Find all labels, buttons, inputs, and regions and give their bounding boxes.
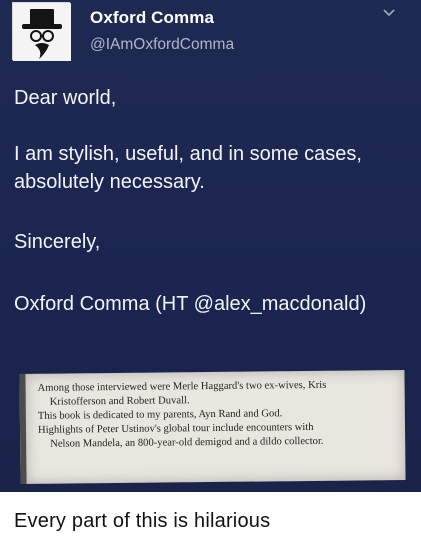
tweet-paragraph-closing: Sincerely, — [14, 231, 101, 253]
profile-avatar[interactable] — [12, 2, 71, 61]
tweet-paragraph-body: I am stylish, useful, and in some cases,… — [14, 143, 362, 193]
tweet-paragraph-greeting: Dear world, — [14, 87, 117, 109]
user-handle[interactable]: @IAmOxfordComma — [90, 36, 234, 54]
tweet-card: Oxford Comma @IAmOxfordComma Dear world,… — [0, 0, 421, 492]
oxford-comma-hat-avatar-icon — [13, 3, 71, 61]
excerpt-line: Nelson Mandela, an 800-year-old demigod … — [50, 435, 324, 450]
tweet-paragraph-signature: Oxford Comma (HT @alex_macdonald) — [14, 293, 367, 315]
chevron-down-icon — [383, 9, 395, 17]
post-caption: Every part of this is hilarious — [14, 510, 271, 532]
display-name[interactable]: Oxford Comma — [90, 8, 214, 28]
attached-book-excerpt-image[interactable]: Among those interviewed were Merle Hagga… — [19, 369, 406, 485]
tweet-menu-button[interactable] — [380, 6, 398, 20]
tweet-header: Oxford Comma @IAmOxfordComma — [0, 0, 421, 68]
